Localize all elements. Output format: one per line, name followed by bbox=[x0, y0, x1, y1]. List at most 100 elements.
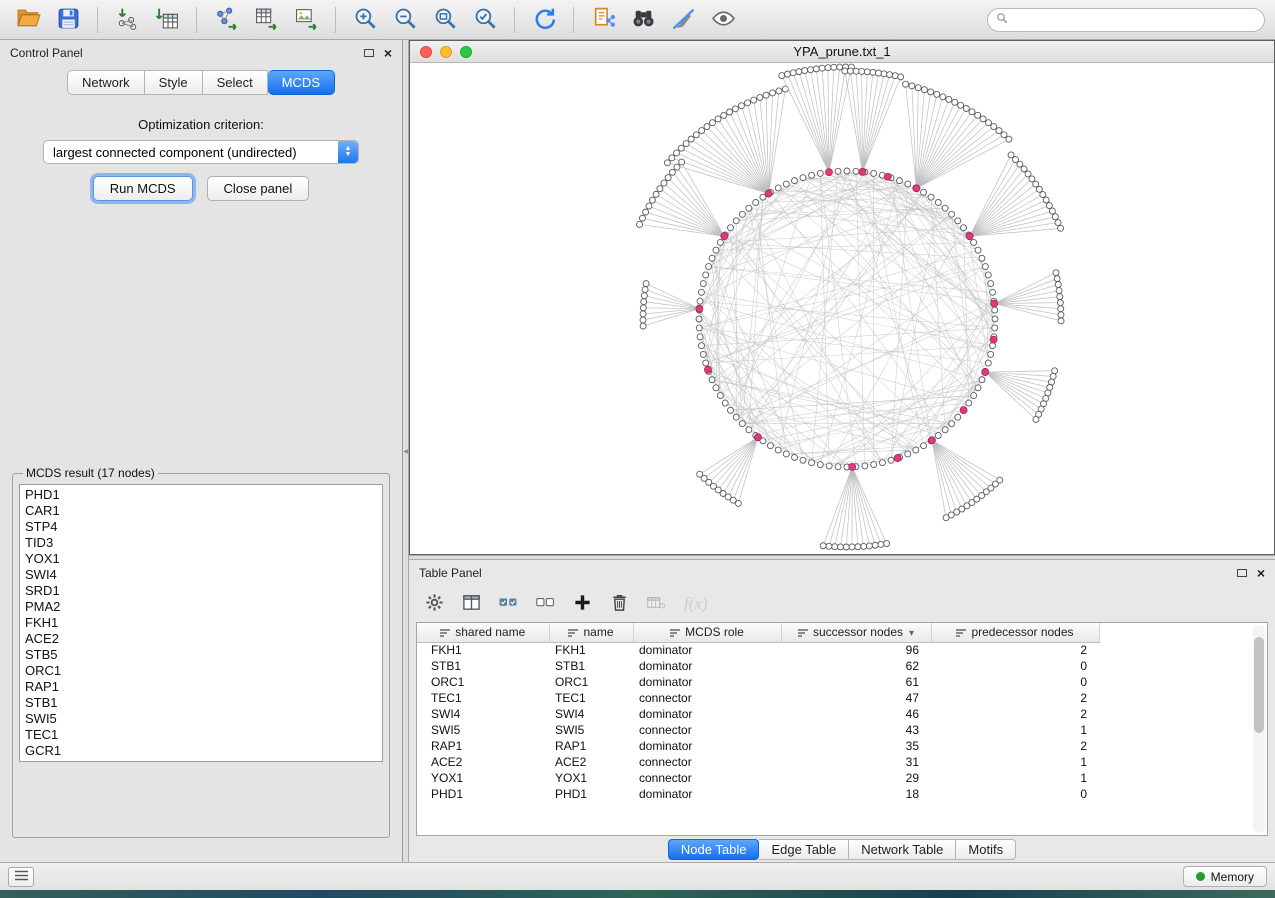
table-row[interactable]: RAP1RAP1dominator352 bbox=[417, 738, 1099, 754]
open-file-button[interactable] bbox=[10, 4, 46, 36]
show-panels-button[interactable] bbox=[8, 867, 34, 887]
mcds-result-item[interactable]: PMA2 bbox=[20, 599, 382, 615]
column-header-successor-nodes[interactable]: successor nodes▾ bbox=[781, 623, 931, 642]
binoculars-search-button[interactable] bbox=[625, 4, 661, 36]
tab-network[interactable]: Network bbox=[67, 70, 145, 95]
table-cell[interactable]: YOX1 bbox=[549, 770, 633, 786]
table-cell[interactable]: 43 bbox=[781, 722, 931, 738]
table-cell[interactable]: connector bbox=[633, 770, 781, 786]
table-cell[interactable]: 2 bbox=[931, 690, 1099, 706]
table-cell[interactable]: 62 bbox=[781, 658, 931, 674]
mcds-result-item[interactable]: SWI4 bbox=[20, 567, 382, 583]
import-network-button[interactable] bbox=[109, 4, 145, 36]
float-table-panel-icon[interactable] bbox=[1237, 569, 1247, 577]
table-cell[interactable]: 2 bbox=[931, 642, 1099, 658]
zoom-out-button[interactable] bbox=[387, 4, 423, 36]
close-panel-icon[interactable]: × bbox=[384, 46, 392, 60]
close-mcds-panel-button[interactable]: Close panel bbox=[207, 176, 310, 201]
close-table-panel-icon[interactable]: × bbox=[1257, 566, 1265, 580]
save-session-button[interactable] bbox=[50, 4, 86, 36]
table-cell[interactable]: 35 bbox=[781, 738, 931, 754]
mcds-result-item[interactable]: STP4 bbox=[20, 519, 382, 535]
table-cell[interactable]: dominator bbox=[633, 786, 781, 802]
maximize-window-button[interactable] bbox=[460, 46, 472, 58]
table-row[interactable]: TEC1TEC1connector472 bbox=[417, 690, 1099, 706]
column-header-predecessor-nodes[interactable]: predecessor nodes bbox=[931, 623, 1099, 642]
search-input[interactable] bbox=[1013, 13, 1256, 27]
tab-mcds[interactable]: MCDS bbox=[268, 70, 335, 95]
mcds-result-item[interactable]: GCR1 bbox=[20, 743, 382, 759]
table-row[interactable]: ACE2ACE2connector311 bbox=[417, 754, 1099, 770]
delete-table-button[interactable] bbox=[647, 593, 666, 615]
export-network-button[interactable] bbox=[208, 4, 244, 36]
table-cell[interactable]: PHD1 bbox=[417, 786, 549, 802]
close-window-button[interactable] bbox=[420, 46, 432, 58]
show-columns-button[interactable] bbox=[462, 593, 481, 615]
table-cell[interactable]: 0 bbox=[931, 658, 1099, 674]
deselect-all-button[interactable] bbox=[536, 593, 555, 615]
table-cell[interactable]: TEC1 bbox=[549, 690, 633, 706]
table-cell[interactable]: RAP1 bbox=[549, 738, 633, 754]
mcds-result-item[interactable]: TEC1 bbox=[20, 727, 382, 743]
table-cell[interactable]: FKH1 bbox=[549, 642, 633, 658]
table-cell[interactable]: 1 bbox=[931, 770, 1099, 786]
zoom-in-button[interactable] bbox=[347, 4, 383, 36]
memory-button[interactable]: Memory bbox=[1183, 866, 1267, 887]
run-mcds-button[interactable]: Run MCDS bbox=[93, 176, 193, 201]
table-scrollbar[interactable] bbox=[1253, 625, 1265, 833]
mcds-result-item[interactable]: STB1 bbox=[20, 695, 382, 711]
table-cell[interactable]: dominator bbox=[633, 674, 781, 690]
mcds-result-item[interactable]: PHD1 bbox=[20, 487, 382, 503]
table-cell[interactable]: YOX1 bbox=[417, 770, 549, 786]
collapse-panel-icon[interactable]: ◀ bbox=[403, 448, 408, 455]
zoom-selected-button[interactable] bbox=[467, 4, 503, 36]
minimize-window-button[interactable] bbox=[440, 46, 452, 58]
table-tab-edge-table[interactable]: Edge Table bbox=[759, 839, 849, 860]
table-cell[interactable]: dominator bbox=[633, 642, 781, 658]
float-panel-icon[interactable] bbox=[364, 49, 374, 57]
table-cell[interactable]: ORC1 bbox=[549, 674, 633, 690]
table-cell[interactable]: 0 bbox=[931, 674, 1099, 690]
table-row[interactable]: FKH1FKH1dominator962 bbox=[417, 642, 1099, 658]
network-canvas[interactable] bbox=[410, 63, 1273, 554]
table-cell[interactable]: SWI5 bbox=[417, 722, 549, 738]
mcds-result-item[interactable]: STB5 bbox=[20, 647, 382, 663]
table-cell[interactable]: 61 bbox=[781, 674, 931, 690]
refresh-layout-button[interactable] bbox=[526, 4, 562, 36]
export-table-button[interactable] bbox=[248, 4, 284, 36]
table-cell[interactable]: 2 bbox=[931, 738, 1099, 754]
optimization-criterion-select[interactable]: largest connected component (undirected)… bbox=[43, 140, 359, 164]
table-cell[interactable]: dominator bbox=[633, 658, 781, 674]
table-cell[interactable]: TEC1 bbox=[417, 690, 549, 706]
column-header-mcds-role[interactable]: MCDS role bbox=[633, 623, 781, 642]
delete-column-button[interactable] bbox=[610, 593, 629, 615]
table-cell[interactable]: ACE2 bbox=[549, 754, 633, 770]
mcds-result-item[interactable]: FKH1 bbox=[20, 615, 382, 631]
table-cell[interactable]: 96 bbox=[781, 642, 931, 658]
table-cell[interactable]: 47 bbox=[781, 690, 931, 706]
mcds-result-item[interactable]: RAP1 bbox=[20, 679, 382, 695]
table-cell[interactable]: FKH1 bbox=[417, 642, 549, 658]
table-row[interactable]: PHD1PHD1dominator180 bbox=[417, 786, 1099, 802]
mcds-result-item[interactable]: SRD1 bbox=[20, 583, 382, 599]
column-header-name[interactable]: name bbox=[549, 623, 633, 642]
table-row[interactable]: ORC1ORC1dominator610 bbox=[417, 674, 1099, 690]
table-cell[interactable]: connector bbox=[633, 754, 781, 770]
table-cell[interactable]: STB1 bbox=[417, 658, 549, 674]
table-cell[interactable]: SWI4 bbox=[417, 706, 549, 722]
table-cell[interactable]: PHD1 bbox=[549, 786, 633, 802]
mcds-result-item[interactable]: SWI5 bbox=[20, 711, 382, 727]
mcds-result-item[interactable]: CAR1 bbox=[20, 503, 382, 519]
table-cell[interactable]: STB1 bbox=[549, 658, 633, 674]
table-cell[interactable]: 31 bbox=[781, 754, 931, 770]
mcds-result-item[interactable]: TID3 bbox=[20, 535, 382, 551]
table-cell[interactable]: connector bbox=[633, 690, 781, 706]
function-builder-button[interactable]: f(x) bbox=[684, 594, 708, 614]
document-share-button[interactable] bbox=[585, 4, 621, 36]
table-row[interactable]: SWI5SWI5connector431 bbox=[417, 722, 1099, 738]
tab-style[interactable]: Style bbox=[145, 70, 203, 95]
zoom-fit-button[interactable] bbox=[427, 4, 463, 36]
table-cell[interactable]: 1 bbox=[931, 754, 1099, 770]
table-cell[interactable]: RAP1 bbox=[417, 738, 549, 754]
table-cell[interactable]: SWI5 bbox=[549, 722, 633, 738]
